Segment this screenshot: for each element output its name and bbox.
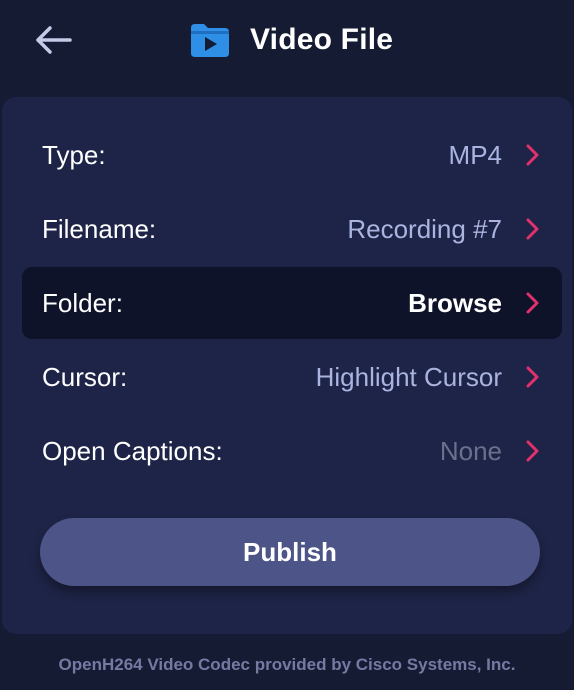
chevron-right-icon <box>526 366 539 388</box>
row-folder-value: Browse <box>408 288 502 318</box>
publish-button[interactable]: Publish <box>40 518 540 586</box>
row-type-value: MP4 <box>448 140 502 170</box>
page-title: Video File <box>250 23 394 56</box>
codec-attribution: OpenH264 Video Codec provided by Cisco S… <box>58 655 516 674</box>
chevron-right-icon <box>526 144 539 166</box>
page-title-group: Video File <box>188 18 393 62</box>
header-bar: Video File <box>0 0 574 80</box>
row-open-captions-value: None <box>439 436 502 466</box>
row-filename[interactable]: Filename: Recording #7 <box>22 193 562 265</box>
row-folder-label: Folder: <box>42 288 123 318</box>
chevron-right-icon <box>526 292 539 314</box>
row-filename-label: Filename: <box>42 214 157 244</box>
row-cursor-label: Cursor: <box>42 362 128 392</box>
chevron-right-icon <box>526 440 539 462</box>
chevron-right-icon <box>526 218 539 240</box>
row-open-captions-label: Open Captions: <box>42 436 223 466</box>
video-folder-icon <box>188 20 232 60</box>
back-button[interactable] <box>30 20 76 60</box>
back-arrow-icon <box>36 26 72 54</box>
row-filename-value: Recording #7 <box>347 214 502 244</box>
row-cursor-value: Highlight Cursor <box>315 362 502 392</box>
row-open-captions[interactable]: Open Captions: None <box>22 415 562 487</box>
row-cursor[interactable]: Cursor: Highlight Cursor <box>22 341 562 413</box>
row-folder[interactable]: Folder: Browse <box>22 267 562 339</box>
row-type-label: Type: <box>42 140 106 170</box>
row-type[interactable]: Type: MP4 <box>22 119 562 191</box>
